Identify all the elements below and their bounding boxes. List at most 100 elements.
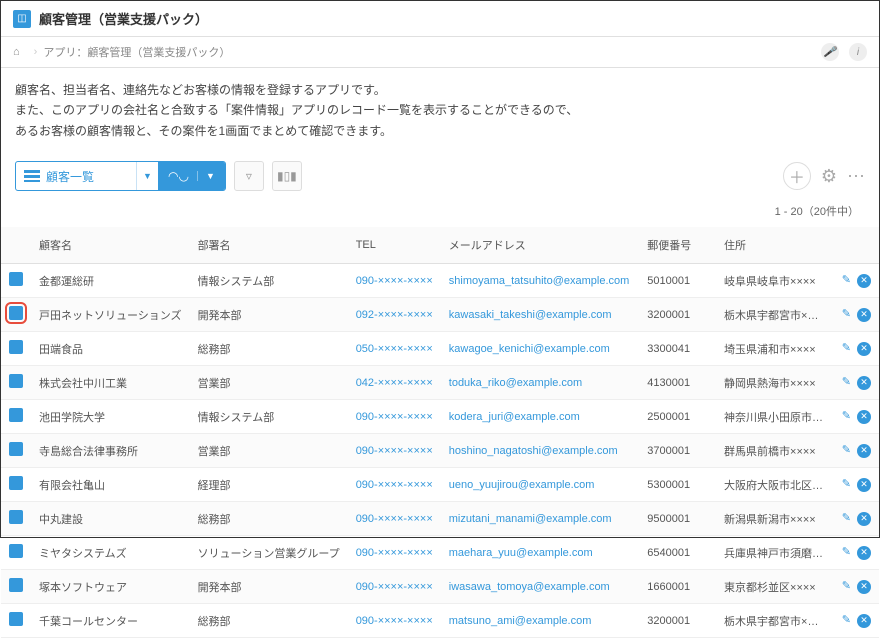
info-icon[interactable]: i xyxy=(849,43,867,61)
cell-email[interactable]: hoshino_nagatoshi@example.com xyxy=(441,434,640,468)
cell-tel[interactable]: 090-××××-×××× xyxy=(348,264,441,298)
view-dropdown[interactable]: ▼ xyxy=(136,162,158,190)
record-icon[interactable] xyxy=(9,272,23,286)
cell-tel[interactable]: 090-××××-×××× xyxy=(348,536,441,570)
record-icon[interactable] xyxy=(9,510,23,524)
delete-icon[interactable]: ✕ xyxy=(857,342,871,356)
table-row[interactable]: 池田学院大学情報システム部090-××××-××××kodera_juri@ex… xyxy=(1,400,879,434)
cell-postal: 2500001 xyxy=(639,400,716,434)
breadcrumb-app[interactable]: アプリ：顧客管理（営業支援パック） xyxy=(43,44,230,60)
col-email[interactable]: メールアドレス xyxy=(441,227,640,264)
edit-icon[interactable]: ✎ xyxy=(842,376,851,388)
more-button[interactable]: ⋯ xyxy=(847,166,865,187)
cell-email[interactable]: ueno_yuujirou@example.com xyxy=(441,468,640,502)
filter-button[interactable]: ▿ xyxy=(234,161,264,191)
edit-icon[interactable]: ✎ xyxy=(842,444,851,456)
table-row[interactable]: 塚本ソフトウェア開発本部090-××××-××××iwasawa_tomoya@… xyxy=(1,570,879,604)
cell-tel[interactable]: 090-××××-×××× xyxy=(348,468,441,502)
table-row[interactable]: 金都運総研情報システム部090-××××-××××shimoyama_tatsu… xyxy=(1,264,879,298)
cell-address: 新潟県新潟市×××× xyxy=(716,502,831,536)
cell-postal: 4130001 xyxy=(639,366,716,400)
settings-button[interactable]: ⚙ xyxy=(821,166,837,187)
chart-button[interactable]: ▮▯▮ xyxy=(272,161,302,191)
edit-icon[interactable]: ✎ xyxy=(842,614,851,626)
cell-dept: 情報システム部 xyxy=(190,400,348,434)
record-icon[interactable] xyxy=(9,544,23,558)
graph-dropdown-icon: ▼ xyxy=(197,171,215,181)
cell-tel[interactable]: 042-××××-×××× xyxy=(348,366,441,400)
cell-postal: 5300001 xyxy=(639,468,716,502)
edit-icon[interactable]: ✎ xyxy=(842,512,851,524)
cell-address: 東京都杉並区×××× xyxy=(716,570,831,604)
cell-email[interactable]: iwasawa_tomoya@example.com xyxy=(441,570,640,604)
col-customer[interactable]: 顧客名 xyxy=(31,227,190,264)
record-icon[interactable] xyxy=(9,612,23,626)
table-row[interactable]: 有限会社亀山経理部090-××××-××××ueno_yuujirou@exam… xyxy=(1,468,879,502)
breadcrumb: ⌂ › アプリ：顧客管理（営業支援パック） 🎤 i xyxy=(1,37,879,68)
record-icon[interactable] xyxy=(9,408,23,422)
cell-postal: 5010001 xyxy=(639,264,716,298)
delete-icon[interactable]: ✕ xyxy=(857,308,871,322)
funnel-icon: ▿ xyxy=(246,169,252,183)
cell-tel[interactable]: 090-××××-×××× xyxy=(348,604,441,638)
cell-tel[interactable]: 090-××××-×××× xyxy=(348,434,441,468)
cell-tel[interactable]: 092-××××-×××× xyxy=(348,298,441,332)
cell-email[interactable]: shimoyama_tatsuhito@example.com xyxy=(441,264,640,298)
col-address[interactable]: 住所 xyxy=(716,227,831,264)
record-icon[interactable] xyxy=(9,340,23,354)
table-row[interactable]: 田端食品総務部050-××××-××××kawagoe_kenichi@exam… xyxy=(1,332,879,366)
table-row[interactable]: ミヤタシステムズソリューション営業グループ090-××××-××××maehar… xyxy=(1,536,879,570)
table-row[interactable]: 株式会社中川工業営業部042-××××-××××toduka_riko@exam… xyxy=(1,366,879,400)
cell-address: 静岡県熱海市×××× xyxy=(716,366,831,400)
cell-email[interactable]: kawagoe_kenichi@example.com xyxy=(441,332,640,366)
table-row[interactable]: 中丸建設総務部090-××××-××××mizutani_manami@exam… xyxy=(1,502,879,536)
record-icon[interactable] xyxy=(9,442,23,456)
cell-tel[interactable]: 090-××××-×××× xyxy=(348,570,441,604)
cell-address: 埼玉県浦和市×××× xyxy=(716,332,831,366)
table-row[interactable]: 戸田ネットソリューションズ開発本部092-××××-××××kawasaki_t… xyxy=(1,298,879,332)
records-table: 顧客名 部署名 TEL メールアドレス 郵便番号 住所 金都運総研情報システム部… xyxy=(1,227,879,638)
mic-icon[interactable]: 🎤 xyxy=(821,43,839,61)
cell-tel[interactable]: 090-××××-×××× xyxy=(348,400,441,434)
col-dept[interactable]: 部署名 xyxy=(190,227,348,264)
edit-icon[interactable]: ✎ xyxy=(842,580,851,592)
delete-icon[interactable]: ✕ xyxy=(857,580,871,594)
view-graph-button[interactable]: ◠◡ ▼ xyxy=(158,162,225,190)
cell-email[interactable]: maehara_yuu@example.com xyxy=(441,536,640,570)
edit-icon[interactable]: ✎ xyxy=(842,308,851,320)
record-icon[interactable] xyxy=(9,578,23,592)
table-row[interactable]: 寺島総合法律事務所営業部090-××××-××××hoshino_nagatos… xyxy=(1,434,879,468)
delete-icon[interactable]: ✕ xyxy=(857,478,871,492)
edit-icon[interactable]: ✎ xyxy=(842,478,851,490)
delete-icon[interactable]: ✕ xyxy=(857,410,871,424)
delete-icon[interactable]: ✕ xyxy=(857,274,871,288)
edit-icon[interactable]: ✎ xyxy=(842,546,851,558)
delete-icon[interactable]: ✕ xyxy=(857,512,871,526)
delete-icon[interactable]: ✕ xyxy=(857,614,871,628)
cell-customer: 塚本ソフトウェア xyxy=(31,570,190,604)
cell-email[interactable]: kawasaki_takeshi@example.com xyxy=(441,298,640,332)
home-icon[interactable]: ⌂ xyxy=(13,46,20,58)
record-icon[interactable] xyxy=(9,374,23,388)
add-record-button[interactable]: ＋ xyxy=(783,162,811,190)
delete-icon[interactable]: ✕ xyxy=(857,546,871,560)
col-postal[interactable]: 郵便番号 xyxy=(639,227,716,264)
table-row[interactable]: 千葉コールセンター総務部090-××××-××××matsuno_ami@exa… xyxy=(1,604,879,638)
edit-icon[interactable]: ✎ xyxy=(842,274,851,286)
cell-email[interactable]: kodera_juri@example.com xyxy=(441,400,640,434)
record-icon[interactable] xyxy=(9,476,23,490)
record-icon[interactable] xyxy=(9,306,23,320)
delete-icon[interactable]: ✕ xyxy=(857,376,871,390)
cell-email[interactable]: toduka_riko@example.com xyxy=(441,366,640,400)
delete-icon[interactable]: ✕ xyxy=(857,444,871,458)
view-list-button[interactable]: 顧客一覧 xyxy=(16,162,136,190)
edit-icon[interactable]: ✎ xyxy=(842,342,851,354)
description-line: 顧客名、担当者名、連絡先などお客様の情報を登録するアプリです。 xyxy=(15,80,865,100)
col-tel[interactable]: TEL xyxy=(348,227,441,264)
cell-customer: 有限会社亀山 xyxy=(31,468,190,502)
edit-icon[interactable]: ✎ xyxy=(842,410,851,422)
cell-tel[interactable]: 050-××××-×××× xyxy=(348,332,441,366)
cell-email[interactable]: mizutani_manami@example.com xyxy=(441,502,640,536)
cell-tel[interactable]: 090-××××-×××× xyxy=(348,502,441,536)
cell-email[interactable]: matsuno_ami@example.com xyxy=(441,604,640,638)
